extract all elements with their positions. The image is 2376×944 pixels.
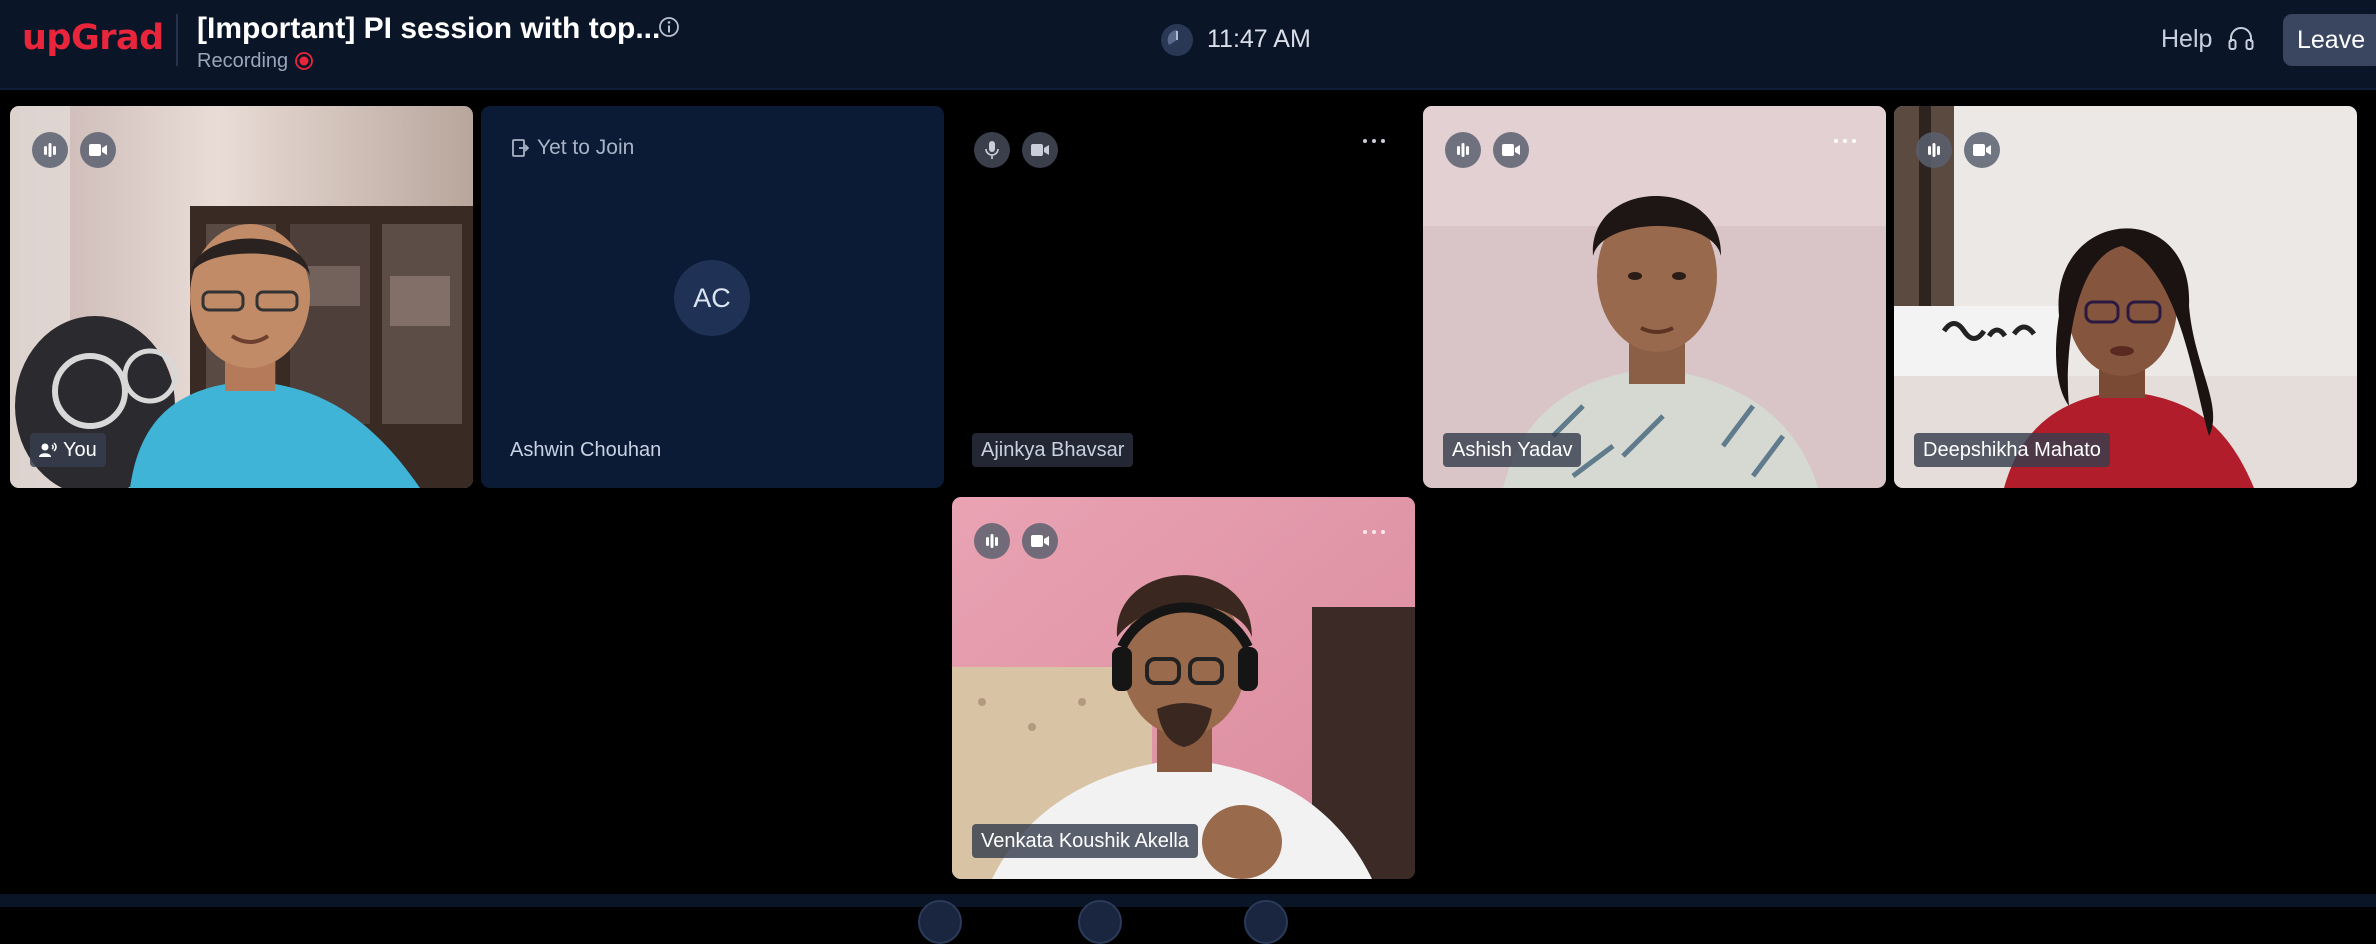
- meeting-title: [Important] PI session with top...: [197, 12, 661, 45]
- camera-toggle[interactable]: [1022, 132, 1058, 168]
- recording-indicator-icon: [295, 52, 313, 70]
- participant-video: [952, 497, 1415, 879]
- person-speaking-icon: [39, 442, 57, 458]
- camera-toggle[interactable]: [1493, 132, 1529, 168]
- upgrad-logo: upGrad: [22, 18, 164, 58]
- microphone-icon: [985, 141, 999, 159]
- yet-to-join-status: Yet to Join: [511, 132, 634, 164]
- participant-tile-ashwin-chouhan[interactable]: Yet to Join AC Ashwin Chouhan: [481, 106, 944, 488]
- participant-name: Deepshikha Mahato: [1923, 439, 2101, 461]
- more-options-icon[interactable]: [1359, 525, 1389, 539]
- video-icon: [1031, 535, 1049, 547]
- participant-name-tag: Venkata Koushik Akella: [972, 824, 1198, 858]
- camera-toggle[interactable]: [1964, 132, 2000, 168]
- more-options-icon[interactable]: [1830, 134, 1860, 148]
- participant-tile-deepshikha-mahato[interactable]: Deepshikha Mahato: [1894, 106, 2357, 488]
- help-link[interactable]: Help: [2161, 24, 2212, 54]
- participant-video: [1423, 106, 1886, 488]
- speaking-icon: [1928, 143, 1940, 157]
- speaking-indicator[interactable]: [1445, 132, 1481, 168]
- participant-video: [10, 106, 473, 488]
- speaking-indicator[interactable]: [32, 132, 68, 168]
- participant-name: Venkata Koushik Akella: [981, 830, 1189, 852]
- participant-name-tag: Ashwin Chouhan: [501, 433, 670, 467]
- participant-tile-ashish-yadav[interactable]: Ashish Yadav: [1423, 106, 1886, 488]
- speaking-icon: [44, 143, 56, 157]
- video-icon: [1031, 144, 1049, 156]
- camera-toggle[interactable]: [1022, 523, 1058, 559]
- speaking-icon: [986, 534, 998, 548]
- leave-button[interactable]: Leave: [2283, 14, 2376, 66]
- speaking-indicator[interactable]: [974, 523, 1010, 559]
- video-icon: [1973, 144, 1991, 156]
- video-icon: [89, 144, 107, 156]
- participant-name-tag: You: [30, 433, 106, 467]
- info-icon[interactable]: [658, 16, 680, 38]
- participant-name: Ashwin Chouhan: [510, 439, 662, 461]
- speaking-icon: [1457, 143, 1469, 157]
- participant-name-tag: Ajinkya Bhavsar: [972, 433, 1134, 467]
- speaking-indicator[interactable]: [1916, 132, 1952, 168]
- participant-tile-ajinkya-bhavsar[interactable]: Ajinkya Bhavsar: [952, 106, 1415, 488]
- participant-tile-you[interactable]: You: [10, 106, 473, 488]
- participant-name: Ajinkya Bhavsar: [981, 439, 1125, 461]
- camera-toggle[interactable]: [80, 132, 116, 168]
- participant-video: [1894, 106, 2357, 488]
- video-icon: [1502, 144, 1520, 156]
- more-options-icon[interactable]: [1359, 134, 1389, 148]
- yet-to-join-label: Yet to Join: [537, 136, 635, 159]
- participant-name-tag: Deepshikha Mahato: [1914, 433, 2110, 467]
- bottom-control-bar: [0, 894, 2376, 907]
- header-divider: [176, 14, 178, 66]
- mic-toggle[interactable]: [974, 132, 1010, 168]
- top-bar: upGrad [Important] PI session with top..…: [0, 0, 2376, 90]
- join-door-icon: [511, 138, 529, 158]
- meeting-time: 11:47 AM: [1207, 25, 1311, 53]
- participant-name: You: [63, 439, 97, 461]
- participant-name-tag: Ashish Yadav: [1443, 433, 1582, 467]
- headphones-icon[interactable]: [2226, 24, 2256, 54]
- avatar: AC: [674, 260, 750, 336]
- recording-label: Recording: [197, 50, 289, 72]
- clock-icon: [1161, 24, 1193, 56]
- participant-tile-venkata-koushik-akella[interactable]: Venkata Koushik Akella: [952, 497, 1415, 879]
- participant-name: Ashish Yadav: [1452, 439, 1573, 461]
